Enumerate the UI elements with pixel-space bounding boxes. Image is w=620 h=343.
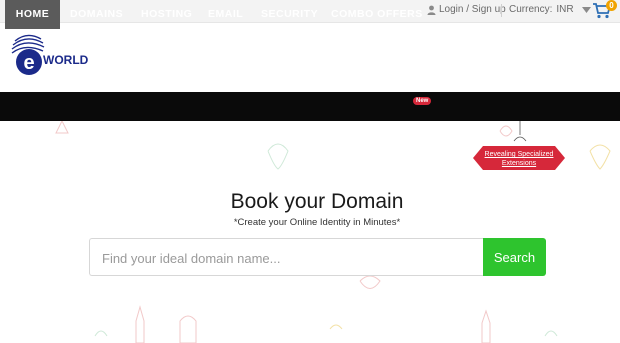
topbar-divider <box>501 4 502 17</box>
hero-subtitle: *Create your Online Identity in Minutes* <box>233 217 401 228</box>
login-signup-link[interactable]: Login / Sign up <box>427 4 506 15</box>
nav-email[interactable]: EMAIL <box>208 0 243 29</box>
nav-home[interactable]: HOME <box>5 0 60 29</box>
login-label: Login / Sign up <box>439 4 506 15</box>
currency-selector[interactable]: Currency: INR <box>509 4 591 15</box>
nav-hosting[interactable]: HOSTING <box>141 0 192 29</box>
domain-search-box <box>89 238 483 277</box>
hero-title: Book your Domain <box>230 190 404 213</box>
nav-combo-offers[interactable]: COMBO OFFERS <box>331 0 423 29</box>
currency-value: INR <box>556 4 574 15</box>
nav-security[interactable]: SECURITY <box>261 0 318 29</box>
main-nav <box>0 92 620 121</box>
currency-label: Currency: <box>509 4 553 15</box>
logo-text: WORLD <box>43 53 89 67</box>
chevron-down-icon <box>581 6 591 13</box>
domain-search-input[interactable] <box>100 239 474 277</box>
user-icon <box>427 5 436 15</box>
search-button[interactable]: Search <box>483 238 546 276</box>
promo-ribbon-link[interactable]: Revealing Specialized Extensions <box>476 150 562 168</box>
eworld-logo[interactable]: e WORLD <box>9 31 95 79</box>
logo-letter: e <box>23 52 34 74</box>
new-badge: New <box>413 97 432 105</box>
nav-domains[interactable]: DOMAINS <box>70 0 123 29</box>
cart-count-badge: 0 <box>606 0 617 11</box>
